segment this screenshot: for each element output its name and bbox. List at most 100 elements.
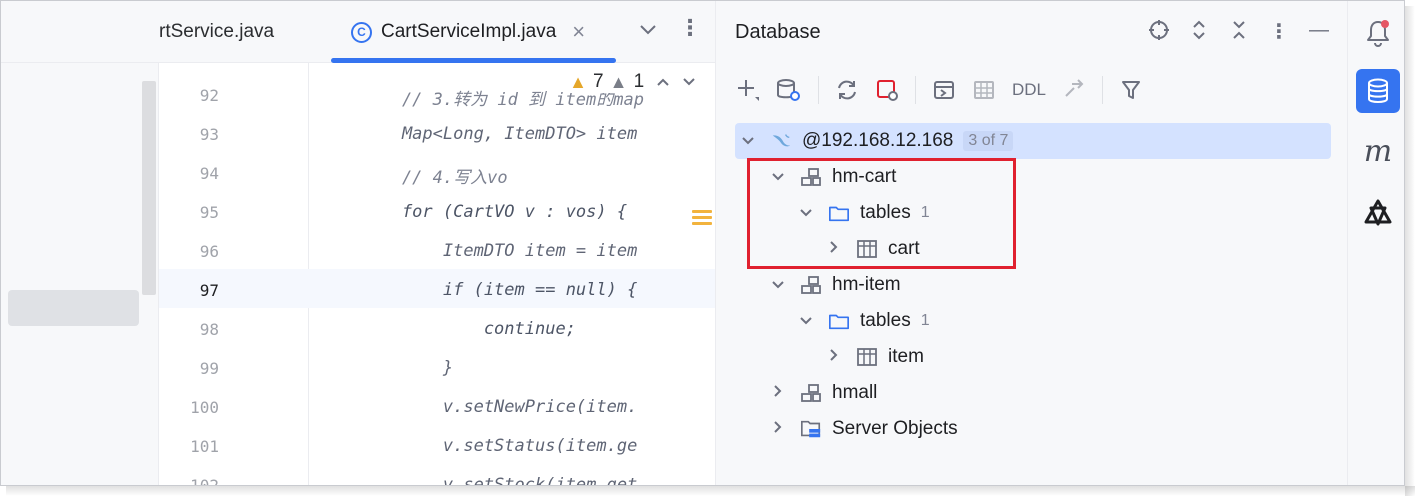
right-tool-strip: m xyxy=(1347,1,1404,485)
filter-icon[interactable] xyxy=(1119,77,1143,103)
active-tab-indicator xyxy=(331,58,616,63)
project-selected-row[interactable] xyxy=(8,290,139,326)
notifications-icon[interactable] xyxy=(1356,11,1400,55)
chevron-up-icon[interactable] xyxy=(656,74,670,91)
highlight-annotation-box xyxy=(747,158,1016,269)
ai-assistant-icon[interactable] xyxy=(1356,191,1400,235)
chevron-right-icon[interactable] xyxy=(768,384,788,402)
query-console-icon[interactable] xyxy=(932,77,956,103)
frame-shadow-right xyxy=(1405,6,1415,496)
line-number: 98 xyxy=(199,320,219,339)
table-editor-icon[interactable] xyxy=(972,77,996,103)
tree-node-server-objects[interactable]: Server Objects xyxy=(768,411,958,447)
chevron-right-icon[interactable] xyxy=(768,420,788,438)
tree-node-datasource[interactable]: @192.168.12.168 3 of 7 xyxy=(738,123,1014,159)
code-line[interactable]: 99 } xyxy=(159,349,715,388)
options-icon[interactable]: ⋮ xyxy=(1268,19,1290,47)
line-number: 96 xyxy=(199,242,219,261)
warning-count: 7 xyxy=(593,71,604,92)
datasource-count-badge: 3 of 7 xyxy=(963,131,1014,151)
code-text: ItemDTO item = item xyxy=(361,241,638,261)
line-number: 97 xyxy=(199,281,219,300)
refresh-icon[interactable] xyxy=(835,77,859,103)
ide-window: rtService.java C CartServiceImpl.java × … xyxy=(0,0,1405,486)
tab-cart-service[interactable]: rtService.java xyxy=(159,1,274,63)
line-number: 100 xyxy=(190,398,219,417)
server-objects-label: Server Objects xyxy=(832,418,958,439)
code-line[interactable]: 93 Map<Long, ItemDTO> item xyxy=(159,115,715,154)
folder-count: 1 xyxy=(920,312,930,329)
inspection-widget[interactable]: ▲ 7 ▲ 1 xyxy=(563,71,703,93)
disconnect-icon[interactable] xyxy=(875,77,899,103)
chevron-down-icon[interactable] xyxy=(639,19,657,42)
panel-header-actions: ⋮ — xyxy=(1148,19,1330,47)
frame-shadow-bottom xyxy=(6,486,1415,496)
code-line[interactable]: 95 for (CartVO v : vos) { xyxy=(159,193,715,232)
intention-bulb-icon[interactable] xyxy=(692,210,712,230)
toolbar-separator xyxy=(818,76,819,104)
code-text: v.setNewPrice(item. xyxy=(361,397,638,417)
chevron-down-icon[interactable] xyxy=(682,74,696,91)
schema-label: hm-item xyxy=(832,274,901,295)
weak-warning-icon: ▲ xyxy=(609,71,628,92)
tree-node-tables-folder[interactable]: tables 1 xyxy=(796,303,930,339)
add-icon[interactable] xyxy=(736,77,760,103)
chevron-right-icon[interactable] xyxy=(824,348,844,366)
chevron-down-icon[interactable] xyxy=(738,133,758,150)
code-text: continue; xyxy=(361,319,576,339)
chevron-down-icon[interactable] xyxy=(768,277,788,294)
maven-icon[interactable]: m xyxy=(1356,129,1400,173)
locate-icon[interactable] xyxy=(1148,19,1170,47)
tree-node-schema-hmall[interactable]: hmall xyxy=(768,375,877,411)
ddl-button[interactable]: DDL xyxy=(1012,77,1046,103)
more-vertical-icon[interactable]: ⋮ xyxy=(679,15,701,41)
database-toolbar: DDL xyxy=(736,75,1143,105)
screenshot-frame: rtService.java C CartServiceImpl.java × … xyxy=(0,0,1415,496)
table-label: item xyxy=(888,346,924,367)
toolbar-separator xyxy=(915,76,916,104)
code-line[interactable]: 100 v.setNewPrice(item. xyxy=(159,388,715,427)
data-source-properties-icon[interactable] xyxy=(776,77,802,103)
tree-node-table-item[interactable]: item xyxy=(824,339,924,375)
toolbar-separator xyxy=(1102,76,1104,104)
line-number: 94 xyxy=(199,164,219,183)
tab-label: CartServiceImpl.java xyxy=(381,21,557,42)
code-text: v.setStock(item.get xyxy=(361,475,638,486)
folder-label: tables xyxy=(860,310,911,331)
datasource-label: @192.168.12.168 xyxy=(802,130,954,151)
folder-icon xyxy=(828,310,850,332)
schema-label: hmall xyxy=(832,382,878,403)
warning-icon: ▲ xyxy=(569,71,587,92)
line-number: 99 xyxy=(199,359,219,378)
database-tool-icon[interactable] xyxy=(1356,69,1400,113)
table-icon xyxy=(856,346,878,368)
compare-icon[interactable] xyxy=(1062,77,1086,103)
tab-cart-service-impl[interactable]: C CartServiceImpl.java × xyxy=(351,1,585,63)
expand-all-icon[interactable] xyxy=(1188,19,1210,47)
mysql-dolphin-icon xyxy=(770,130,792,152)
tree-node-schema-hm-item[interactable]: hm-item xyxy=(768,267,901,303)
collapse-all-icon[interactable] xyxy=(1228,19,1250,47)
code-text: } xyxy=(361,358,454,378)
line-number: 93 xyxy=(199,125,219,144)
code-text: // 4.写入vo xyxy=(361,168,508,188)
project-scrollbar[interactable] xyxy=(142,81,156,295)
code-line[interactable]: 98 continue; xyxy=(159,310,715,349)
schema-icon xyxy=(800,274,822,296)
java-class-icon: C xyxy=(351,21,372,43)
code-text: if (item == null) { xyxy=(361,280,638,300)
code-text: for (CartVO v : vos) { xyxy=(361,202,628,222)
line-number: 92 xyxy=(199,86,219,105)
editor-tab-bar: rtService.java C CartServiceImpl.java × … xyxy=(159,1,715,63)
code-text: Map<Long, ItemDTO> item xyxy=(361,124,638,144)
chevron-down-icon[interactable] xyxy=(796,313,816,330)
line-number: 102 xyxy=(190,476,219,486)
server-objects-icon xyxy=(800,418,822,440)
code-line-current[interactable]: 97 if (item == null) { xyxy=(159,271,715,310)
minimize-icon[interactable]: — xyxy=(1308,19,1330,47)
code-line[interactable]: 94 // 4.写入vo xyxy=(159,154,715,193)
close-icon[interactable]: × xyxy=(572,19,585,45)
code-line[interactable]: 96 ItemDTO item = item xyxy=(159,232,715,271)
code-line[interactable]: 102 v.setStock(item.get xyxy=(159,466,715,486)
code-line[interactable]: 101 v.setStatus(item.ge xyxy=(159,427,715,466)
